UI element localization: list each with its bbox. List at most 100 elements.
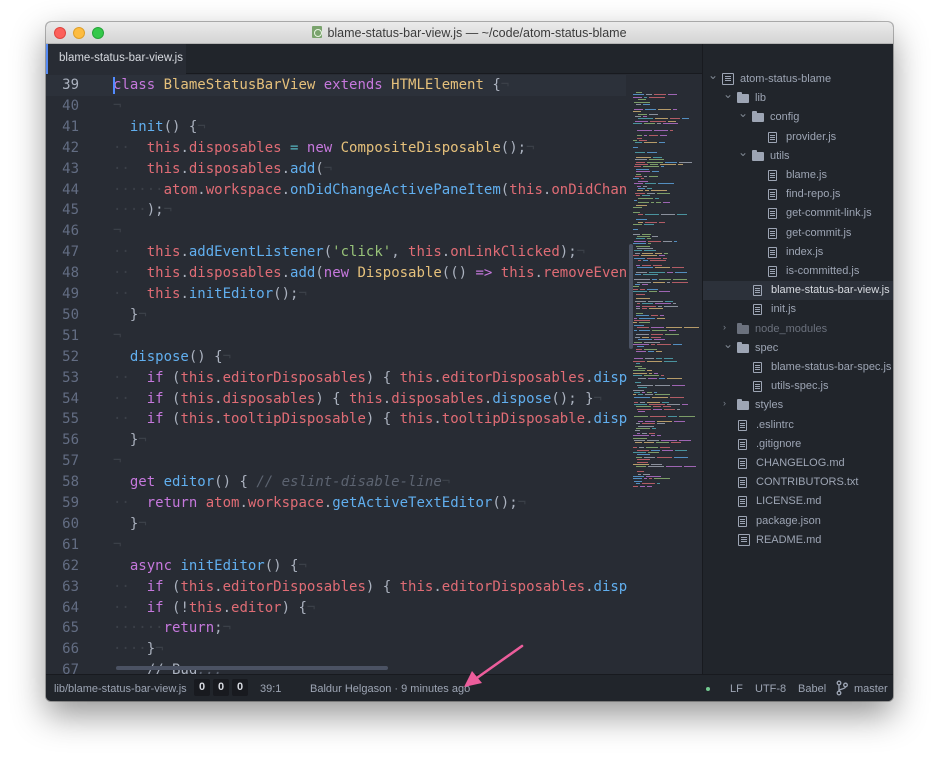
- tree-item-label: node_modules: [755, 322, 828, 335]
- grammar-selector[interactable]: Babel: [798, 683, 826, 695]
- blame-info[interactable]: Baldur Helgason · 9 minutes ago: [310, 683, 470, 695]
- minimap[interactable]: [633, 74, 702, 674]
- tree-item-contributors-txt[interactable]: CONTRIBUTORS.txt: [703, 473, 893, 492]
- pink-arrow-icon: [464, 644, 524, 687]
- tree-item-get-commit-link-js[interactable]: get-commit-link.js: [703, 204, 893, 223]
- chevron-down-icon[interactable]: ⌄: [738, 145, 748, 159]
- minimap-line: [637, 459, 650, 461]
- chevron-down-icon[interactable]: ⌄: [708, 68, 718, 82]
- tree-item-changelog-md[interactable]: CHANGELOG.md: [703, 454, 893, 473]
- minimap-line: [672, 384, 685, 386]
- chevron-down-icon[interactable]: ⌄: [738, 106, 748, 120]
- tree-item-license-md[interactable]: LICENSE.md: [703, 492, 893, 511]
- tree-item-atom-status-blame[interactable]: ⌄ atom-status-blame: [703, 68, 893, 89]
- minimap-line: [636, 195, 640, 197]
- tree-item-styles[interactable]: › styles: [703, 396, 893, 415]
- minimap-line: [651, 435, 655, 437]
- code-token: async: [129, 557, 181, 574]
- code-token: () {: [214, 474, 257, 491]
- tree-item-gitignore[interactable]: .gitignore: [703, 435, 893, 454]
- minimap-line: [633, 485, 638, 487]
- minimap-line: [649, 478, 652, 480]
- code-area[interactable]: class BlameStatusBarView extends HTMLEle…: [113, 74, 628, 674]
- chevron-right-icon[interactable]: ›: [723, 398, 726, 408]
- minimap-line: [653, 406, 661, 408]
- git-branch[interactable]: master: [854, 683, 888, 695]
- line-ending[interactable]: LF: [730, 683, 743, 695]
- tree-item-init-js[interactable]: init.js: [703, 300, 893, 319]
- tree-item-blame-status-bar-view-js[interactable]: blame-status-bar-view.js: [703, 281, 893, 301]
- diagnostic-counts[interactable]: 0 0 0: [194, 679, 248, 697]
- status-file-path[interactable]: lib/blame-status-bar-view.js: [54, 683, 187, 695]
- minimap-line: [636, 456, 642, 458]
- code-token: .: [433, 411, 442, 428]
- tree-item-is-committed-js[interactable]: is-committed.js: [703, 262, 893, 281]
- minimap-line: [633, 435, 649, 437]
- minimap-line: [633, 96, 642, 98]
- tree-item-find-repo-js[interactable]: find-repo.js: [703, 185, 893, 204]
- code-line: ·· if (this.tooltipDisposable) { this.to…: [113, 411, 628, 427]
- tree-item-readme-md[interactable]: README.md: [703, 531, 893, 550]
- tree-item-label: config: [770, 111, 800, 124]
- tree-item-utils-spec-js[interactable]: utils-spec.js: [703, 377, 893, 396]
- tree-item-lib[interactable]: ⌄ lib: [703, 87, 893, 108]
- file-encoding[interactable]: UTF-8: [755, 683, 786, 695]
- minimap-line: [649, 113, 658, 115]
- tree-item-utils[interactable]: ⌄ utils: [703, 145, 893, 166]
- chevron-right-icon[interactable]: ›: [723, 322, 726, 332]
- minimap-line: [649, 291, 657, 293]
- line-number: 56: [62, 432, 79, 449]
- line-number-gutter[interactable]: 39 40 41 42 43 44 45 46 47 48 49 50 51 52 53 54 55 56 57 58…: [46, 74, 104, 674]
- code-token: this: [180, 411, 215, 428]
- code-token: Disposable: [357, 265, 442, 282]
- horizontal-scrollbar[interactable]: [116, 666, 388, 670]
- minimap-line: [637, 432, 640, 434]
- tree-item-node-modules[interactable]: › node_modules: [703, 320, 893, 339]
- minimap-line: [644, 250, 656, 252]
- tree-item-index-js[interactable]: index.js: [703, 243, 893, 262]
- tree-item-package-json[interactable]: package.json: [703, 512, 893, 531]
- file-text-icon: [738, 496, 747, 508]
- minimap-line: [673, 108, 677, 110]
- minimap-line: [637, 130, 652, 132]
- tree-item-get-commit-js[interactable]: get-commit.js: [703, 224, 893, 243]
- minimap-line: [649, 432, 655, 434]
- tree-item-config[interactable]: ⌄ config: [703, 106, 893, 127]
- tree-view[interactable]: ⌄ atom-status-blame ⌄ lib ⌄ config provider.js…: [702, 44, 893, 674]
- text-editor[interactable]: 39 40 41 42 43 44 45 46 47 48 49 50 51 52 53 54 55 56 57 58…: [46, 74, 702, 674]
- minimap-line: [647, 288, 658, 290]
- cursor-position[interactable]: 39:1: [260, 683, 281, 695]
- tree-item-label: init.js: [771, 303, 797, 316]
- minimap-line: [640, 485, 645, 487]
- code-line: ·· return atom.workspace.getActiveTextEd…: [113, 495, 526, 511]
- minimap-line: [649, 272, 665, 273]
- minimap-line: [635, 442, 642, 444]
- code-token: .: [382, 390, 392, 407]
- minimap-line: [672, 281, 688, 283]
- code-line: ·· this.disposables.add(new Disposable((…: [113, 265, 628, 281]
- tree-item-label: .gitignore: [756, 437, 802, 450]
- minimap-line: [636, 483, 640, 485]
- chevron-down-icon[interactable]: ⌄: [723, 337, 733, 351]
- tree-item-label: blame.js: [786, 169, 827, 181]
- code-token: ··: [113, 390, 130, 407]
- minimap-line: [646, 447, 658, 449]
- minimap-line: [642, 252, 653, 254]
- minimap-line: [674, 456, 688, 458]
- tree-item-eslintrc[interactable]: .eslintrc: [703, 416, 893, 435]
- minimap-line: [657, 123, 661, 125]
- minimap-line: [667, 377, 682, 379]
- code-token: =: [281, 139, 307, 156]
- minimap-line: [636, 293, 645, 295]
- tree-item-spec[interactable]: ⌄ spec: [703, 337, 893, 358]
- tree-item-blame-status-bar-spec-js[interactable]: blame-status-bar-spec.js: [703, 358, 893, 377]
- tab-blame-status-bar-view[interactable]: blame-status-bar-view.js: [46, 44, 186, 74]
- tree-item-blame-js[interactable]: blame.js: [703, 166, 893, 185]
- chevron-down-icon[interactable]: ⌄: [723, 87, 733, 101]
- tree-item-provider-js[interactable]: provider.js: [703, 128, 893, 147]
- minimap-line: [635, 336, 640, 338]
- code-token: (: [315, 160, 324, 177]
- code-token: .: [281, 160, 291, 177]
- minimap-line: [635, 142, 642, 144]
